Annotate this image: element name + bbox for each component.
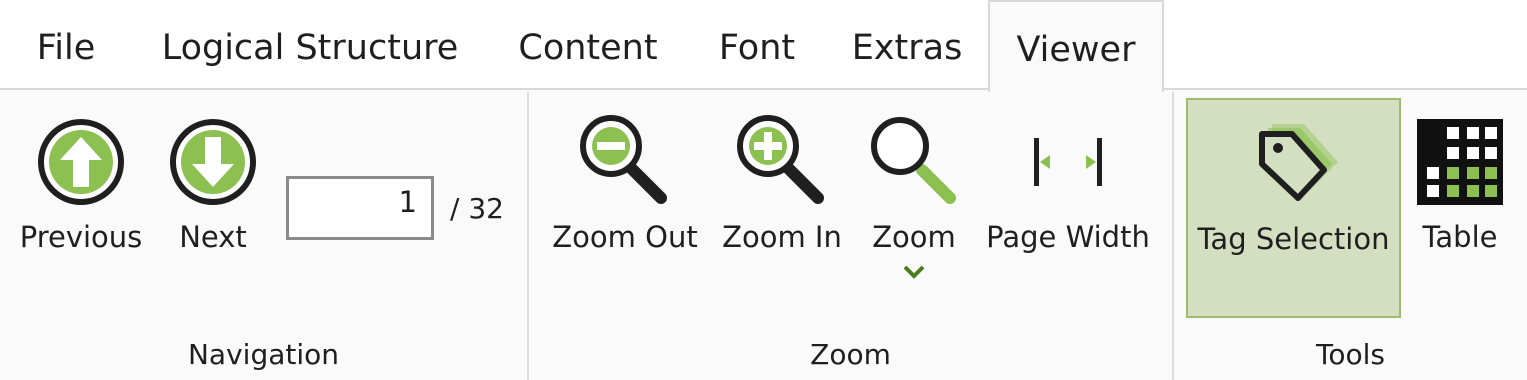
tab-content[interactable]: Content xyxy=(500,0,676,90)
page-number-input[interactable]: 1 xyxy=(286,176,434,240)
zoom-in-icon xyxy=(718,112,846,212)
tag-selection-button-label: Tag Selection xyxy=(1197,222,1390,256)
chevron-down-icon xyxy=(860,264,968,280)
previous-button-label: Previous xyxy=(19,220,143,254)
next-button-label: Next xyxy=(179,220,247,254)
page-width-button-label: Page Width xyxy=(986,220,1150,254)
navigation-group-label: Navigation xyxy=(187,338,340,371)
previous-button[interactable]: Previous xyxy=(14,98,148,318)
tab-font-label: Font xyxy=(718,28,796,68)
group-separator xyxy=(1172,92,1174,380)
tools-group-label: Tools xyxy=(1316,338,1385,371)
zoom-in-button-label: Zoom In xyxy=(722,220,842,254)
tab-logical-structure[interactable]: Logical Structure xyxy=(140,0,480,90)
zoom-in-button[interactable]: Zoom In xyxy=(718,98,846,318)
tab-viewer-label: Viewer xyxy=(1016,30,1136,70)
page-width-button[interactable]: Page Width xyxy=(982,98,1154,318)
tab-font[interactable]: Font xyxy=(700,0,814,90)
tab-logical-structure-label: Logical Structure xyxy=(161,28,459,68)
table-icon xyxy=(1410,112,1510,212)
tab-file-label: File xyxy=(36,28,96,68)
arrow-up-circle-icon xyxy=(14,112,148,212)
tab-viewer[interactable]: Viewer xyxy=(988,0,1164,92)
arrow-down-circle-icon xyxy=(160,112,266,212)
tab-extras[interactable]: Extras xyxy=(838,0,976,90)
table-button-label: Table xyxy=(1422,220,1498,254)
tag-icon xyxy=(1188,114,1399,214)
next-button[interactable]: Next xyxy=(160,98,266,318)
zoom-dropdown-button[interactable]: Zoom xyxy=(860,98,968,318)
table-button[interactable]: Table xyxy=(1410,98,1510,318)
page-width-icon xyxy=(982,112,1154,212)
tab-extras-label: Extras xyxy=(851,28,963,68)
group-separator xyxy=(527,92,529,380)
zoom-out-button[interactable]: Zoom Out xyxy=(548,98,702,318)
tab-file[interactable]: File xyxy=(18,0,114,90)
zoom-out-icon xyxy=(548,112,702,212)
ribbon-tab-bar: File Logical Structure Content Font Extr… xyxy=(0,0,1527,92)
tab-content-label: Content xyxy=(518,28,658,68)
tag-selection-button[interactable]: Tag Selection xyxy=(1186,98,1401,318)
zoom-icon xyxy=(860,112,968,212)
zoom-button-label: Zoom xyxy=(872,220,956,254)
page-total: / 32 xyxy=(450,192,504,225)
zoom-out-button-label: Zoom Out xyxy=(552,220,698,254)
zoom-group-label: Zoom xyxy=(810,338,891,371)
